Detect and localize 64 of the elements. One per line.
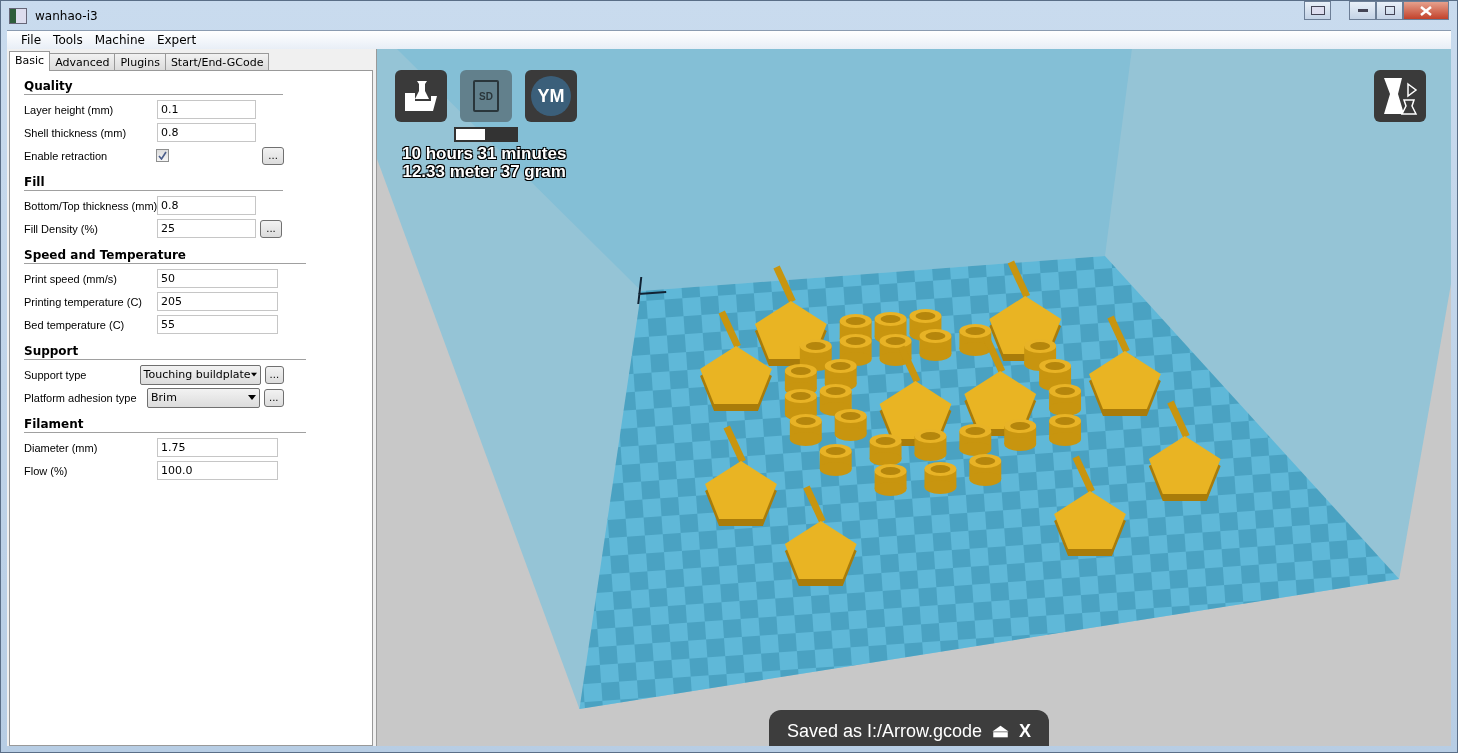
- ym-label: YM: [537, 85, 565, 107]
- text-field[interactable]: 205: [157, 292, 278, 311]
- window-title: wanhao-i3: [35, 8, 98, 23]
- field-label: Bottom/Top thickness (mm): [24, 199, 157, 212]
- eject-button[interactable]: ⏏: [992, 720, 1010, 742]
- dropdown[interactable]: Touching buildplate: [139, 364, 261, 385]
- text-field[interactable]: 0.1: [157, 100, 256, 119]
- toolbar-button[interactable]: YM: [525, 70, 577, 122]
- checkbox[interactable]: [155, 149, 169, 162]
- more-options-button[interactable]: ...: [263, 388, 284, 407]
- menu-item[interactable]: Expert: [150, 31, 203, 49]
- field-label: Diameter (mm): [24, 441, 99, 454]
- text-field[interactable]: 0.8: [157, 196, 256, 215]
- close-notification-button[interactable]: X: [1019, 720, 1032, 742]
- text-field[interactable]: 25: [157, 219, 256, 238]
- tab[interactable]: Plugins: [114, 53, 166, 71]
- field-label: Printing temperature (C): [24, 295, 143, 308]
- field-label: Flow (%): [24, 464, 69, 477]
- caret-icon: [247, 395, 256, 400]
- field-label: Fill Density (%): [24, 222, 99, 235]
- section-heading: Speed and Temperature: [24, 248, 306, 264]
- more-options-button[interactable]: ...: [260, 219, 282, 238]
- maximize-icon: [1384, 6, 1395, 15]
- app-icon: [9, 7, 27, 24]
- window-mode-button[interactable]: [1304, 1, 1331, 20]
- section-heading: Quality: [24, 79, 283, 95]
- caret-icon: [250, 372, 257, 377]
- field-label: Print speed (mm/s): [24, 272, 118, 285]
- minimize-icon: [1357, 8, 1368, 13]
- text-field[interactable]: 1.75: [157, 438, 278, 457]
- text-field[interactable]: 0.8: [157, 123, 256, 142]
- minimize-button[interactable]: [1349, 1, 1376, 20]
- dropdown[interactable]: Brim: [147, 387, 260, 408]
- menu-item[interactable]: Machine: [88, 31, 151, 49]
- field-label: Shell thickness (mm): [24, 126, 128, 139]
- tab[interactable]: Start/End-GCode: [164, 53, 270, 71]
- section-heading: Filament: [24, 417, 306, 433]
- menu-item[interactable]: File: [15, 31, 48, 49]
- maximize-button[interactable]: [1376, 1, 1403, 20]
- section-heading: Fill: [24, 175, 283, 191]
- field-label: Platform adhesion type: [24, 391, 138, 404]
- print-stats: 12.33 meter 37 gram: [402, 163, 566, 181]
- close-icon: [1420, 5, 1432, 16]
- text-field[interactable]: 55: [157, 315, 278, 334]
- print-stats: 10 hours 31 minutes: [402, 145, 567, 163]
- tab[interactable]: Advanced: [49, 53, 116, 71]
- window-mode-icon: [1310, 6, 1325, 15]
- load-model-icon: [403, 79, 439, 113]
- field-label: Bed temperature (C): [24, 318, 126, 331]
- close-button[interactable]: [1403, 1, 1449, 20]
- text-field[interactable]: 50: [157, 269, 278, 288]
- notification-text: Saved as I:/Arrow.gcode: [787, 720, 983, 742]
- field-label: Support type: [24, 368, 88, 381]
- view-mode-icon[interactable]: [1374, 70, 1426, 122]
- field-label: Enable retraction: [24, 149, 109, 162]
- section-heading: Support: [24, 344, 306, 360]
- sd-card-icon: SD: [473, 80, 499, 112]
- tab[interactable]: Basic: [9, 51, 51, 71]
- text-field[interactable]: 100.0: [157, 461, 278, 480]
- menu-item[interactable]: Tools: [47, 31, 89, 49]
- more-options-button[interactable]: ...: [264, 365, 284, 384]
- field-label: Layer height (mm): [24, 103, 115, 116]
- more-options-button[interactable]: ...: [262, 146, 284, 165]
- toolbar-button[interactable]: [395, 70, 447, 122]
